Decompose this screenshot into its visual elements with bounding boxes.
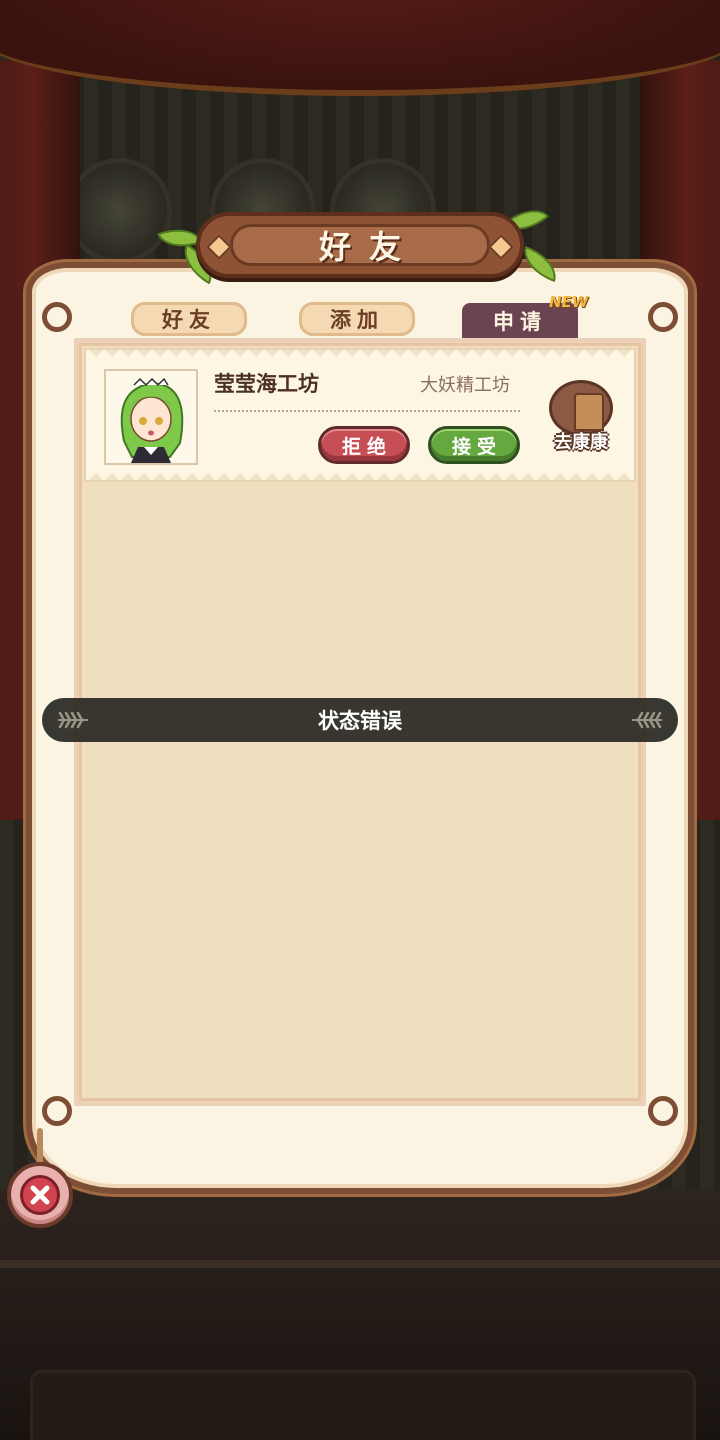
- card-divider: [214, 410, 520, 412]
- panel-corner-ornament: [648, 302, 678, 332]
- tab-friends[interactable]: 好友: [131, 302, 247, 336]
- avatar[interactable]: [104, 369, 198, 465]
- door-icon: [574, 393, 604, 431]
- plaque-gem-icon: [206, 234, 232, 260]
- error-toast: 状态错误: [42, 698, 678, 742]
- page-title: 好友: [318, 228, 419, 266]
- background-rail: [0, 1260, 720, 1268]
- panel-corner-ornament: [42, 1096, 72, 1126]
- background-decoration: [66, 158, 172, 264]
- friend-name: 莹莹海工坊: [214, 372, 319, 396]
- wheat-ornament-icon: [58, 711, 88, 729]
- card-zigzag-edge: [86, 468, 634, 480]
- visit-button[interactable]: 去康康: [545, 380, 617, 453]
- workshop-name: 大妖精工坊: [420, 375, 510, 396]
- title-plaque: 好友: [196, 212, 524, 278]
- visit-label: 去康康: [554, 432, 608, 453]
- close-icon: [20, 1175, 60, 1215]
- panel-corner-ornament: [42, 302, 72, 332]
- close-x-glyph: [30, 1185, 50, 1205]
- card-zigzag-edge: [86, 350, 634, 362]
- tab-add[interactable]: 添加: [299, 302, 415, 336]
- toast-message: 状态错误: [318, 709, 402, 733]
- panel-corner-ornament: [648, 1096, 678, 1126]
- wheat-ornament-icon: [632, 711, 662, 729]
- accept-button[interactable]: 接受: [428, 426, 520, 464]
- title-plaque-inner: 好友: [230, 224, 490, 266]
- new-badge: NEW: [549, 293, 589, 311]
- plaque-gem-icon: [488, 234, 514, 260]
- close-button-rope: [37, 1128, 43, 1164]
- close-button[interactable]: [7, 1162, 73, 1228]
- background-panel: [30, 1370, 696, 1440]
- avatar-portrait-icon: [106, 371, 196, 463]
- reject-button[interactable]: 拒绝: [318, 426, 410, 464]
